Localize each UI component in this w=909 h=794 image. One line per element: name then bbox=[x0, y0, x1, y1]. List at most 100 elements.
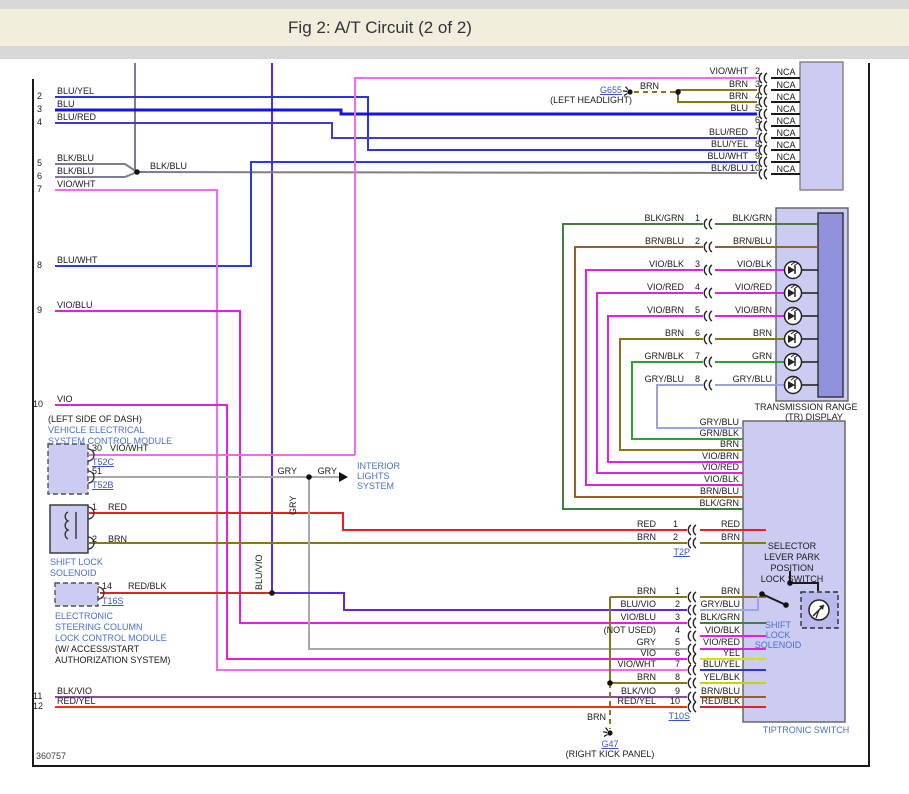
label-left-side-of-dash-135: (LEFT SIDE OF DASH) bbox=[48, 414, 142, 424]
splice-icon-6 bbox=[758, 144, 768, 156]
splice-icon-17 bbox=[687, 524, 697, 536]
label-solenoid-99: SOLENOID bbox=[754, 640, 802, 650]
wiring-diagram: BLU/YEL 2 BLU 3 BLU/RED 4 BLK/BLU 5 BLK/BLU 6 BLK/… bbox=[0, 0, 909, 794]
label-blu-wht-43: BLU/WHT bbox=[707, 151, 749, 161]
label-7-12: 7 bbox=[37, 184, 43, 194]
label-4-110: 4 bbox=[674, 625, 680, 635]
label-6-35: 6 bbox=[754, 115, 760, 125]
label-8-74: 8 bbox=[694, 374, 700, 384]
splice-icon-7 bbox=[758, 156, 768, 168]
label-1-87: 1 bbox=[672, 519, 678, 529]
splice-icon-23 bbox=[687, 643, 697, 655]
label-yel-117: YEL bbox=[722, 648, 740, 658]
label-vio-blk-111: VIO/BLK bbox=[704, 625, 740, 635]
label-11-20: 11 bbox=[33, 691, 43, 701]
label-blk-grn-54: BLK/GRN bbox=[732, 213, 772, 223]
label-gry-blu-75: GRY/BLU bbox=[732, 374, 772, 384]
link-t52b-142[interactable]: T52B bbox=[92, 480, 114, 490]
splice-icon-10 bbox=[703, 241, 713, 253]
label-blk-vio-19: BLK/VIO bbox=[57, 686, 93, 696]
label-gry-112: GRY bbox=[636, 637, 656, 647]
splice-icon-15 bbox=[703, 356, 713, 368]
label-steering-column-159: STEERING COLUMN bbox=[55, 622, 143, 632]
label-5-65: 5 bbox=[694, 305, 700, 315]
label-gry-143: GRY bbox=[277, 466, 297, 476]
label-vio-brn-81: VIO/BRN bbox=[701, 451, 739, 461]
label-10-47: 10 bbox=[749, 163, 760, 173]
label-3-107: 3 bbox=[674, 612, 680, 622]
label-vehicle-electrical-136: VEHICLE ELECTRICAL bbox=[48, 425, 145, 435]
label-5-7: 5 bbox=[37, 158, 43, 168]
splice-icon-22 bbox=[687, 630, 697, 642]
label-9-16: 9 bbox=[37, 305, 43, 315]
label-brn-67: BRN bbox=[664, 328, 684, 338]
junction-dot-5 bbox=[759, 591, 765, 597]
label-6-68: 6 bbox=[694, 328, 700, 338]
label-vio-blu-15: VIO/BLU bbox=[57, 300, 93, 310]
wire-blkblu-merged bbox=[136, 171, 758, 174]
label-lights-146: LIGHTS bbox=[357, 471, 390, 481]
label-vio-blk-58: VIO/BLK bbox=[648, 259, 684, 269]
label-vio-red-63: VIO/RED bbox=[734, 282, 772, 292]
label-30-138: 30 bbox=[92, 443, 103, 453]
link-t2p-92[interactable]: T2P bbox=[673, 547, 690, 557]
label-vio-17: VIO bbox=[57, 394, 73, 404]
label-vio-wht-139: VIO/WHT bbox=[110, 443, 149, 453]
label-red-yel-21: RED/YEL bbox=[57, 696, 96, 706]
ground-ray-1-1 bbox=[603, 731, 608, 734]
label-vio-brn-66: VIO/BRN bbox=[734, 305, 772, 315]
drawing-number: 360757 bbox=[36, 751, 67, 761]
label-vio-red-61: VIO/RED bbox=[646, 282, 684, 292]
link-g47-133[interactable]: G47 bbox=[601, 739, 618, 749]
label-red-blk-156: RED/BLK bbox=[128, 581, 167, 591]
label-brn-49: BRN bbox=[640, 81, 660, 91]
wire-blured bbox=[55, 122, 757, 139]
label-red-blk-129: RED/BLK bbox=[701, 696, 740, 706]
label-brn-89: BRN bbox=[636, 532, 656, 542]
label-nca-36: NCA bbox=[776, 116, 796, 126]
label-2-24: 2 bbox=[754, 66, 760, 76]
label-red-152: RED bbox=[108, 502, 128, 512]
link-t16s-157[interactable]: T16S bbox=[102, 596, 124, 606]
label-brn-29: BRN bbox=[728, 91, 748, 101]
label-blk-blu-6: BLK/BLU bbox=[57, 153, 95, 163]
label-nca-28: NCA bbox=[776, 80, 796, 90]
label-blu-2: BLU bbox=[57, 99, 75, 109]
label-5-33: 5 bbox=[754, 103, 760, 113]
junction-dot-2 bbox=[269, 590, 275, 596]
link-t10s-130[interactable]: T10S bbox=[668, 711, 690, 721]
label-vio-blu-106: VIO/BLU bbox=[620, 612, 656, 622]
junction-dot-3 bbox=[306, 474, 312, 480]
label-transmission-range-76: TRANSMISSION RANGE bbox=[754, 402, 858, 412]
label-4-30: 4 bbox=[754, 91, 760, 101]
label-brn-121: BRN bbox=[636, 672, 656, 682]
label-3-59: 3 bbox=[694, 259, 700, 269]
label-brn-100: BRN bbox=[636, 586, 656, 596]
splice-icon-26 bbox=[687, 677, 697, 689]
label-brn-80: BRN bbox=[719, 439, 739, 449]
label-7-38: 7 bbox=[754, 127, 760, 137]
label-10-128: 10 bbox=[669, 696, 680, 706]
label-red-88: RED bbox=[720, 519, 740, 529]
link-g655-50[interactable]: G655 bbox=[600, 85, 622, 95]
label-electronic-158: ELECTRONIC bbox=[55, 611, 114, 621]
label-blu-red-4: BLU/RED bbox=[57, 112, 97, 122]
label-gry-144: GRY bbox=[317, 466, 337, 476]
ground-icon-1 bbox=[607, 730, 613, 736]
label-blu-wht-13: BLU/WHT bbox=[57, 255, 98, 265]
label-2-90: 2 bbox=[672, 532, 678, 542]
splice-icon-12 bbox=[703, 287, 713, 299]
label-5-113: 5 bbox=[674, 637, 680, 647]
label-12-22: 12 bbox=[33, 701, 44, 711]
label-4-5: 4 bbox=[37, 117, 43, 127]
label-gry-blu-105: GRY/BLU bbox=[700, 599, 740, 609]
label-14-155: 14 bbox=[102, 581, 113, 591]
label-blu-vio-103: BLU/VIO bbox=[620, 599, 656, 609]
splice-icon-2 bbox=[758, 96, 768, 108]
splice-icon-25 bbox=[687, 664, 697, 676]
label-2-104: 2 bbox=[674, 599, 680, 609]
junction-dot-1 bbox=[675, 89, 681, 95]
label-6-116: 6 bbox=[674, 648, 680, 658]
label-51-141: 51 bbox=[92, 466, 103, 476]
splice-icon-0 bbox=[758, 72, 768, 84]
